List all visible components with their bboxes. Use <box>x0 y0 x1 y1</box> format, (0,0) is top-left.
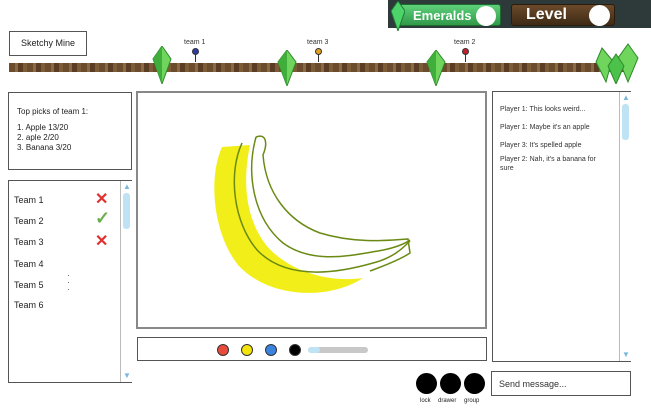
pick-item: 3. Banana 3/20 <box>17 143 72 152</box>
chat-message: Player 3: It's spelled apple <box>500 142 582 149</box>
level-value <box>589 5 610 26</box>
pick-item: 1. Apple 13/20 <box>17 123 69 132</box>
emerald-icon <box>391 1 405 31</box>
scroll-down-icon[interactable]: ▼ <box>621 351 631 359</box>
emeralds-label: Emeralds <box>413 8 472 23</box>
group-button[interactable] <box>464 373 485 394</box>
color-swatch-blue[interactable] <box>265 344 277 356</box>
team-row: Team 4 <box>14 259 44 269</box>
team-row: Team 5 <box>14 280 44 290</box>
emeralds-counter: Emeralds <box>391 1 501 31</box>
color-swatch-black[interactable] <box>289 344 301 356</box>
chat-message: Player 2: Nah, it's a banana for sure <box>500 156 596 172</box>
team-list-scrollbar[interactable]: ▲ ▼ <box>120 181 132 382</box>
top-picks-panel: Top picks of team 1: 1. Apple 13/20 2. a… <box>8 92 132 170</box>
team-list-panel: Team 1 ✕ Team 2 ✓ Team 3 ✕ Team 4 Team 5… <box>8 180 132 383</box>
level-counter: Level <box>511 4 615 26</box>
more-dots: · · · <box>67 271 70 294</box>
chat-panel: Player 1: This looks weird... Player 1: … <box>492 91 631 362</box>
lock-button[interactable] <box>416 373 437 394</box>
group-label: group <box>464 398 480 404</box>
app-title: Sketchy Mine <box>9 31 87 56</box>
color-swatch-red[interactable] <box>217 344 229 356</box>
correct-icon: ✓ <box>95 208 111 228</box>
drawer-button[interactable] <box>440 373 461 394</box>
emerald-cluster-icon <box>595 43 639 84</box>
chat-scrollbar[interactable]: ▲ ▼ <box>619 92 631 361</box>
progress-track <box>9 63 627 72</box>
team-marker-label: team 1 <box>184 39 206 46</box>
top-picks-heading: Top picks of team 1: <box>17 107 89 116</box>
chat-message: Player 1: Maybe it's an apple <box>500 124 590 131</box>
wrong-icon: ✕ <box>95 233 109 250</box>
level-label: Level <box>526 6 567 23</box>
chat-message: Player 1: This looks weird... <box>500 106 586 113</box>
team-3-pin <box>315 48 322 55</box>
team-1-pin <box>192 48 199 55</box>
pin-stick <box>318 54 319 62</box>
team-row: Team 6 <box>14 300 44 310</box>
scroll-thumb[interactable] <box>622 104 629 140</box>
wrong-icon: ✕ <box>95 191 109 208</box>
team-row: Team 3 <box>14 237 44 247</box>
team-marker-label: team 2 <box>454 39 476 46</box>
emerald-icon <box>277 50 297 86</box>
scroll-thumb[interactable] <box>123 193 130 229</box>
pin-stick <box>465 54 466 62</box>
pick-item: 2. aple 2/20 <box>17 133 59 142</box>
palette-toolbar <box>137 337 487 361</box>
scroll-up-icon[interactable]: ▲ <box>122 183 132 191</box>
emerald-icon <box>152 46 172 84</box>
team-row: Team 2 <box>14 216 44 226</box>
drawer-label: drawer <box>438 398 457 404</box>
lock-label: lock <box>420 398 431 404</box>
drawing-canvas[interactable] <box>136 91 487 329</box>
brush-size-fill <box>308 347 320 353</box>
emerald-icon <box>426 50 446 86</box>
team-2-pin <box>462 48 469 55</box>
emeralds-value <box>476 6 496 26</box>
banana-drawing <box>214 135 411 293</box>
pin-stick <box>195 54 196 62</box>
team-marker-label: team 3 <box>307 39 329 46</box>
scroll-up-icon[interactable]: ▲ <box>621 94 631 102</box>
color-swatch-yellow[interactable] <box>241 344 253 356</box>
team-row: Team 1 <box>14 195 44 205</box>
scroll-down-icon[interactable]: ▼ <box>122 372 132 380</box>
send-message-input[interactable]: Send message... <box>491 371 631 396</box>
brush-size-slider[interactable] <box>308 347 368 353</box>
